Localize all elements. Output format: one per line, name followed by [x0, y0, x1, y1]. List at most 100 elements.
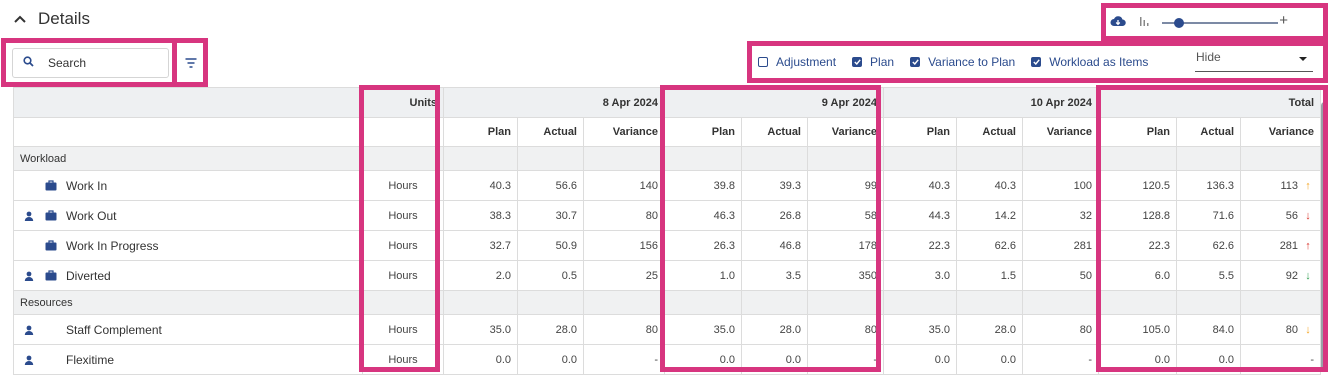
- zoom-slider-thumb[interactable]: [1173, 18, 1184, 28]
- value-cell: 28.0: [956, 314, 1023, 345]
- value-cell: 40.3: [443, 170, 518, 201]
- total-variance-value: 56: [1285, 209, 1299, 222]
- workload-as-items-checkbox[interactable]: [1031, 57, 1042, 67]
- adjustment-checkbox[interactable]: [758, 57, 768, 67]
- value-cell: 39.3: [741, 170, 808, 201]
- value-cell: 50: [1021, 260, 1100, 291]
- total-header: Total: [1098, 87, 1322, 118]
- search-input[interactable]: [46, 55, 160, 71]
- table-row[interactable]: Staff Complement Hours 35.0 28.0 80 35.0 28.0 8…: [13, 314, 1322, 345]
- value-cell: 40.3: [883, 170, 957, 201]
- option-label: Adjustment: [776, 55, 837, 69]
- user-icon: [20, 355, 38, 365]
- value-cell: 35.0: [883, 314, 957, 345]
- value-cell: 39.8: [664, 170, 742, 201]
- value-cell: 350: [807, 260, 884, 291]
- row-name-cell: Flexitime: [13, 344, 363, 375]
- total-value-cell: 5.5: [1176, 260, 1242, 291]
- cloud-download-icon[interactable]: [1110, 14, 1126, 32]
- option-workload-as-items[interactable]: Workload as Items: [1031, 55, 1148, 69]
- value-cell: 178: [807, 230, 884, 261]
- table-row[interactable]: Work Out Hours 38.3 30.7 80 46.3 26.8 58 44.3 14.…: [13, 200, 1322, 231]
- value-cell: -: [1021, 344, 1100, 375]
- value-cell: 156: [583, 230, 665, 261]
- bar-chart-icon[interactable]: [1138, 14, 1150, 32]
- value-cell: 0.0: [443, 344, 518, 375]
- table-row[interactable]: Flexitime Hours 0.0 0.0-0.0 0.0-0.0 0.0-0.0 0.…: [13, 344, 1322, 375]
- value-cell: 0.0: [741, 344, 808, 375]
- date-header-1: 8 Apr 2024: [443, 87, 665, 118]
- total-value-cell: 128.8: [1098, 200, 1178, 231]
- subheader-plan: Plan: [883, 117, 957, 147]
- plan-checkbox[interactable]: [852, 57, 863, 67]
- search-box[interactable]: [12, 48, 169, 78]
- total-variance-value: -: [1310, 353, 1315, 366]
- zoom-in-icon[interactable]: +: [1279, 12, 1288, 29]
- date-header-3: 10 Apr 2024: [882, 87, 1100, 118]
- value-cell: 26.3: [664, 230, 742, 261]
- subheader-variance: Variance: [807, 117, 884, 147]
- trend-arrow-icon: ↓: [1305, 269, 1311, 282]
- value-cell: 56.6: [517, 170, 584, 201]
- row-name-cell: Work In: [13, 170, 363, 201]
- group-label: Workload: [13, 146, 363, 171]
- value-cell: 46.3: [664, 200, 742, 231]
- chevron-up-icon[interactable]: [14, 14, 26, 24]
- filter-icon: [185, 55, 197, 73]
- value-cell: 50.9: [517, 230, 584, 261]
- value-cell: 40.3: [956, 170, 1023, 201]
- table-row[interactable]: Work In Hours 40.3 56.6 140 39.8 39.3 99 40.3 40.…: [13, 170, 1322, 201]
- value-cell: 99: [807, 170, 884, 201]
- group-row: Workload: [13, 146, 1322, 171]
- value-cell: 38.3: [443, 200, 518, 231]
- value-cell: 22.3: [883, 230, 957, 261]
- total-variance-cell: 281 ↑: [1240, 230, 1322, 261]
- value-cell: 0.0: [664, 344, 742, 375]
- total-variance-cell: 56 ↓: [1240, 200, 1322, 231]
- value-cell: 1.0: [664, 260, 742, 291]
- table-row[interactable]: Work In Progress Hours 32.7 50.9 156 26.3 46.8…: [13, 230, 1322, 261]
- units-cell: Hours: [362, 314, 444, 345]
- section-header[interactable]: Details: [14, 6, 90, 32]
- row-label: Work Out: [66, 208, 117, 223]
- subheader-variance: Variance: [1240, 117, 1322, 147]
- value-cell: 32: [1021, 200, 1100, 231]
- units-cell: Hours: [362, 200, 444, 231]
- row-name-cell: Work Out: [13, 200, 363, 231]
- total-variance-cell: 92 ↓: [1240, 260, 1322, 291]
- value-cell: 80: [583, 314, 665, 345]
- option-plan[interactable]: Plan: [852, 55, 894, 69]
- total-value-cell: 62.6: [1176, 230, 1242, 261]
- details-table: Units 8 Apr 2024 9 Apr 2024 10 Apr 2024 …: [13, 87, 1322, 375]
- total-variance-value: 80: [1285, 323, 1299, 336]
- value-cell: 100: [1021, 170, 1100, 201]
- value-cell: 140: [583, 170, 665, 201]
- value-cell: 32.7: [443, 230, 518, 261]
- option-variance-to-plan[interactable]: Variance to Plan: [910, 55, 1015, 69]
- vertical-scrollbar[interactable]: [1321, 102, 1328, 370]
- total-variance-value: 281: [1279, 239, 1299, 252]
- value-cell: 35.0: [664, 314, 742, 345]
- row-label: Diverted: [66, 268, 111, 283]
- subheader-variance: Variance: [1021, 117, 1100, 147]
- table-row[interactable]: Diverted Hours 2.0 0.5 25 1.0 3.5 350 3.0 1.5 50 6.…: [13, 260, 1322, 291]
- date-header-2: 9 Apr 2024: [664, 87, 884, 118]
- total-value-cell: 71.6: [1176, 200, 1242, 231]
- subheader-actual: Actual: [517, 117, 584, 147]
- hide-select[interactable]: Hide: [1195, 46, 1313, 72]
- row-label: Staff Complement: [66, 322, 162, 337]
- caret-down-icon: [1299, 57, 1307, 61]
- filter-button[interactable]: [179, 52, 203, 76]
- user-icon: [20, 271, 38, 281]
- value-cell: 58: [807, 200, 884, 231]
- value-cell: 46.8: [741, 230, 808, 261]
- value-cell: 80: [583, 200, 665, 231]
- value-cell: 0.0: [517, 344, 584, 375]
- trend-arrow-icon: ↑: [1305, 179, 1311, 192]
- zoom-slider[interactable]: +: [1162, 12, 1288, 31]
- variance-to-plan-checkbox[interactable]: [910, 57, 921, 67]
- option-adjustment[interactable]: Adjustment: [758, 55, 836, 69]
- total-variance-cell: 80 ↓: [1240, 314, 1322, 345]
- row-label: Work In Progress: [66, 238, 159, 253]
- value-cell: -: [807, 344, 884, 375]
